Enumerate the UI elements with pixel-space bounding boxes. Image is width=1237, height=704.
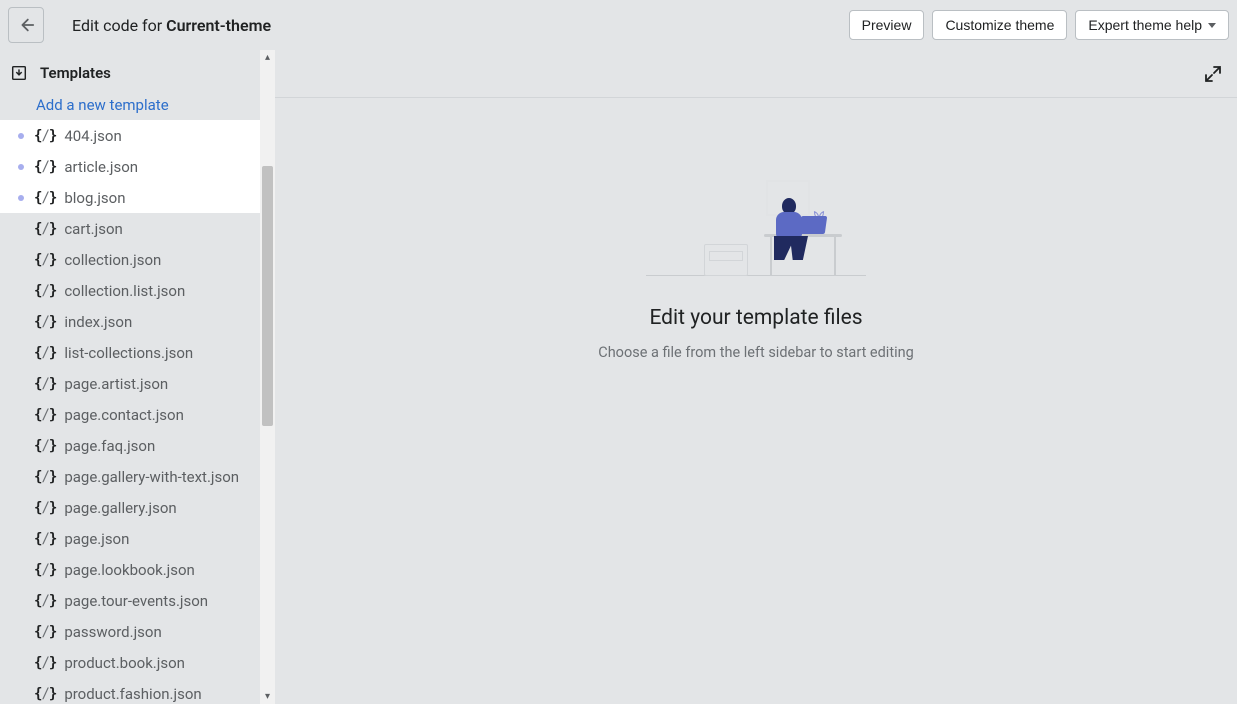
file-item[interactable]: {/} index.json (0, 306, 260, 337)
json-file-icon: {/} (34, 345, 56, 361)
file-name: page.faq.json (64, 437, 155, 455)
file-name: page.artist.json (64, 375, 168, 393)
expand-button[interactable] (1197, 58, 1229, 90)
empty-state-illustration (646, 178, 866, 288)
scroll-down-icon[interactable]: ▾ (260, 689, 275, 704)
file-name: page.tour-events.json (64, 592, 208, 610)
json-file-icon: {/} (34, 593, 56, 609)
file-name: page.lookbook.json (64, 561, 195, 579)
file-name: 404.json (64, 127, 121, 145)
scroll-up-icon[interactable]: ▴ (260, 50, 275, 65)
expert-help-label: Expert theme help (1088, 17, 1202, 33)
topbar-actions: Preview Customize theme Expert theme hel… (849, 10, 1229, 40)
file-item[interactable]: {/} page.tour-events.json (0, 585, 260, 616)
file-name: product.book.json (64, 654, 185, 672)
title-prefix: Edit code for (72, 16, 166, 35)
json-file-icon: {/} (34, 314, 56, 330)
json-file-icon: {/} (34, 562, 56, 578)
file-item[interactable]: {/} page.faq.json (0, 430, 260, 461)
file-name: index.json (64, 313, 132, 331)
json-file-icon: {/} (34, 128, 56, 144)
file-item[interactable]: {/} page.artist.json (0, 368, 260, 399)
file-name: page.contact.json (64, 406, 184, 424)
file-name: cart.json (64, 220, 123, 238)
file-name: collection.list.json (64, 282, 185, 300)
expert-help-button[interactable]: Expert theme help (1075, 10, 1229, 40)
json-file-icon: {/} (34, 500, 56, 516)
json-file-icon: {/} (34, 159, 56, 175)
file-item[interactable]: {/} password.json (0, 616, 260, 647)
arrow-left-icon (17, 16, 35, 34)
topbar: Edit code for Current-theme Preview Cust… (0, 0, 1237, 50)
file-name: article.json (64, 158, 138, 176)
file-item[interactable]: {/} article.json (0, 151, 260, 182)
json-file-icon: {/} (34, 686, 56, 702)
templates-section-header[interactable]: Templates (0, 56, 260, 90)
file-item[interactable]: {/} page.json (0, 523, 260, 554)
file-item[interactable]: {/} product.book.json (0, 647, 260, 678)
json-file-icon: {/} (34, 221, 56, 237)
file-item[interactable]: {/} product.fashion.json (0, 678, 260, 704)
file-item[interactable]: {/} list-collections.json (0, 337, 260, 368)
json-file-icon: {/} (34, 252, 56, 268)
file-item[interactable]: {/} page.contact.json (0, 399, 260, 430)
file-name: page.json (64, 530, 129, 548)
empty-state: Edit your template files Choose a file f… (275, 98, 1237, 704)
file-item[interactable]: {/} blog.json (0, 182, 260, 213)
json-file-icon: {/} (34, 531, 56, 547)
theme-name: Current-theme (166, 16, 271, 35)
file-item[interactable]: {/} page.gallery.json (0, 492, 260, 523)
file-item[interactable]: {/} 404.json (0, 120, 260, 151)
file-item[interactable]: {/} collection.json (0, 244, 260, 275)
page-title: Edit code for Current-theme (72, 16, 271, 35)
json-file-icon: {/} (34, 624, 56, 640)
preview-button-label: Preview (862, 17, 912, 33)
file-name: list-collections.json (64, 344, 193, 362)
json-file-icon: {/} (34, 407, 56, 423)
file-name: page.gallery-with-text.json (64, 468, 239, 486)
add-template-link[interactable]: Add a new template (0, 90, 260, 120)
file-name: page.gallery.json (64, 499, 176, 517)
customize-theme-button[interactable]: Customize theme (932, 10, 1067, 40)
file-name: collection.json (64, 251, 161, 269)
customize-theme-label: Customize theme (945, 17, 1054, 33)
expand-icon (1203, 64, 1223, 84)
json-file-icon: {/} (34, 469, 56, 485)
file-item[interactable]: {/} page.lookbook.json (0, 554, 260, 585)
preview-button[interactable]: Preview (849, 10, 925, 40)
json-file-icon: {/} (34, 190, 56, 206)
json-file-icon: {/} (34, 655, 56, 671)
empty-state-title: Edit your template files (649, 306, 862, 330)
templates-section-label: Templates (40, 64, 111, 82)
json-file-icon: {/} (34, 438, 56, 454)
back-button[interactable] (8, 7, 44, 43)
json-file-icon: {/} (34, 283, 56, 299)
file-name: password.json (64, 623, 161, 641)
scrollbar-thumb[interactable] (262, 166, 273, 426)
sidebar-scrollbar[interactable]: ▴ ▾ (260, 50, 275, 704)
editor-topbar (275, 50, 1237, 98)
file-list: {/}404.json{/}article.json{/}blog.json{/… (0, 120, 260, 704)
empty-state-subtitle: Choose a file from the left sidebar to s… (598, 344, 914, 361)
file-item[interactable]: {/} page.gallery-with-text.json (0, 461, 260, 492)
caret-down-icon (1208, 23, 1216, 28)
json-file-icon: {/} (34, 376, 56, 392)
templates-folder-icon (10, 64, 28, 82)
file-name: blog.json (64, 189, 125, 207)
file-item[interactable]: {/} cart.json (0, 213, 260, 244)
editor-panel: Edit your template files Choose a file f… (275, 50, 1237, 704)
sidebar: Templates Add a new template {/} 404.json… (0, 50, 275, 704)
file-item[interactable]: {/} collection.list.json (0, 275, 260, 306)
file-name: product.fashion.json (64, 685, 201, 703)
